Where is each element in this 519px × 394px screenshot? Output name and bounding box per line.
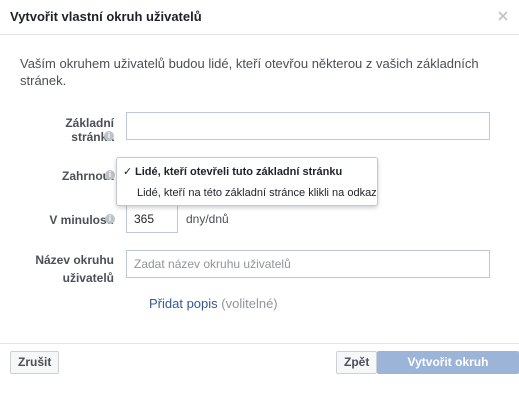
- cancel-button[interactable]: Zrušit: [10, 351, 60, 374]
- check-icon: ✓: [123, 166, 133, 178]
- include-option-clicked-link[interactable]: Lidé, kteří na této základní stránce kli…: [117, 183, 377, 203]
- audience-name-label-line2: uživatelů: [62, 271, 114, 285]
- info-icon[interactable]: i: [104, 131, 114, 141]
- info-icon[interactable]: i: [105, 214, 115, 224]
- lookback-days-input[interactable]: [126, 205, 178, 233]
- create-audience-button[interactable]: Vytvořit okruh uživatelů: [377, 351, 519, 390]
- add-description-optional: (volitelné): [221, 296, 278, 311]
- create-custom-audience-dialog: Vytvořit vlastní okruh uživatelů Vaším o…: [0, 0, 519, 390]
- audience-name-input[interactable]: [126, 250, 490, 278]
- base-page-input[interactable]: [126, 112, 490, 140]
- include-option-opened-page[interactable]: ✓ Lidé, kteří otevřeli tuto základní str…: [117, 162, 377, 182]
- intro-text: Vaším okruhem uživatelů budou lidé, kteř…: [20, 56, 479, 88]
- info-icon[interactable]: i: [105, 170, 115, 180]
- audience-name-label-line1: Název okruhu: [35, 253, 114, 267]
- lookback-label: V minulosti: [30, 213, 114, 227]
- lookback-unit: dny/dnů: [186, 212, 229, 226]
- audience-name-label: Název okruhu uživatelů: [30, 251, 114, 287]
- include-label: Zahrnout: [40, 169, 114, 183]
- include-option-label: Lidé, kteří na této základní stránce kli…: [137, 187, 377, 199]
- back-button[interactable]: Zpět: [336, 351, 378, 374]
- include-option-label: Lidé, kteří otevřeli tuto základní strán…: [135, 166, 343, 178]
- add-description-link[interactable]: Přidat popis: [149, 296, 218, 311]
- dialog-header: Vytvořit vlastní okruh uživatelů: [0, 0, 519, 35]
- footer-divider: [0, 343, 519, 344]
- close-icon[interactable]: [495, 8, 511, 24]
- include-dropdown-menu: ✓ Lidé, kteří otevřeli tuto základní str…: [116, 157, 378, 206]
- base-page-label: Základní stránka: [30, 116, 114, 144]
- add-description-row: Přidat popis (volitelné): [149, 296, 278, 311]
- dialog-title: Vytvořit vlastní okruh uživatelů: [10, 9, 202, 24]
